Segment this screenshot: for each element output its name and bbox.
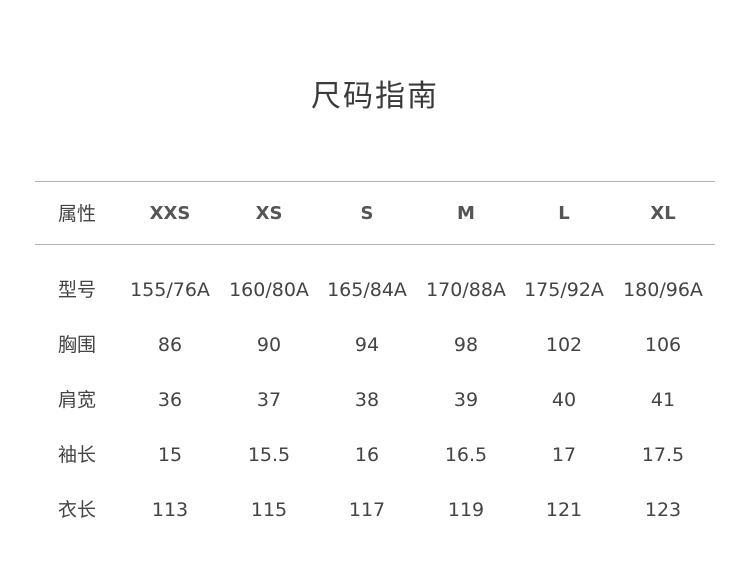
table-cell: 37 xyxy=(256,389,282,411)
table-cell: 113 xyxy=(151,499,189,521)
table-cell: 170/88A xyxy=(426,279,506,301)
header-label-attribute: 属性 xyxy=(58,203,97,225)
table-row-length: 衣长 113 115 117 119 121 123 xyxy=(0,490,750,530)
page-title: 尺码指南 xyxy=(311,79,439,114)
table-cell: 16 xyxy=(354,444,380,466)
table-cell: 115 xyxy=(250,499,288,521)
table-cell: 15.5 xyxy=(247,444,291,466)
table-cell: 119 xyxy=(447,499,485,521)
table-cell: 160/80A xyxy=(229,279,309,301)
row-label: 胸围 xyxy=(58,334,97,356)
row-label: 衣长 xyxy=(58,499,97,521)
table-cell: 121 xyxy=(545,499,583,521)
table-cell: 180/96A xyxy=(623,279,703,301)
table-row-model: 型号 155/76A 160/80A 165/84A 170/88A 175/9… xyxy=(0,270,750,310)
table-cell: 155/76A xyxy=(130,279,210,301)
header-size-l: L xyxy=(558,203,570,224)
table-top-divider xyxy=(35,181,715,182)
table-cell: 86 xyxy=(157,334,183,356)
header-size-s: S xyxy=(360,203,374,224)
header-size-xl: XL xyxy=(650,203,676,224)
table-cell: 175/92A xyxy=(524,279,604,301)
table-cell: 117 xyxy=(348,499,386,521)
table-cell: 41 xyxy=(650,389,676,411)
row-label: 袖长 xyxy=(58,444,97,466)
table-cell: 17.5 xyxy=(641,444,685,466)
table-cell: 40 xyxy=(551,389,577,411)
table-header-row: 属性 XXS XS S M L XL xyxy=(0,194,750,234)
table-cell: 15 xyxy=(157,444,183,466)
row-label: 型号 xyxy=(58,279,97,301)
table-cell: 94 xyxy=(354,334,380,356)
table-cell: 17 xyxy=(551,444,577,466)
table-cell: 106 xyxy=(644,334,682,356)
header-size-m: M xyxy=(457,203,475,224)
header-size-xs: XS xyxy=(255,203,283,224)
table-header-divider xyxy=(35,244,715,245)
table-cell: 38 xyxy=(354,389,380,411)
table-cell: 123 xyxy=(644,499,682,521)
table-cell: 90 xyxy=(256,334,282,356)
row-label: 肩宽 xyxy=(58,389,97,411)
table-cell: 16.5 xyxy=(444,444,488,466)
table-row-sleeve: 袖长 15 15.5 16 16.5 17 17.5 xyxy=(0,435,750,475)
table-row-chest: 胸围 86 90 94 98 102 106 xyxy=(0,325,750,365)
table-cell: 39 xyxy=(453,389,479,411)
table-cell: 102 xyxy=(545,334,583,356)
table-row-shoulder: 肩宽 36 37 38 39 40 41 xyxy=(0,380,750,420)
header-size-xxs: XXS xyxy=(149,203,191,224)
table-cell: 36 xyxy=(157,389,183,411)
table-cell: 165/84A xyxy=(327,279,407,301)
table-cell: 98 xyxy=(453,334,479,356)
